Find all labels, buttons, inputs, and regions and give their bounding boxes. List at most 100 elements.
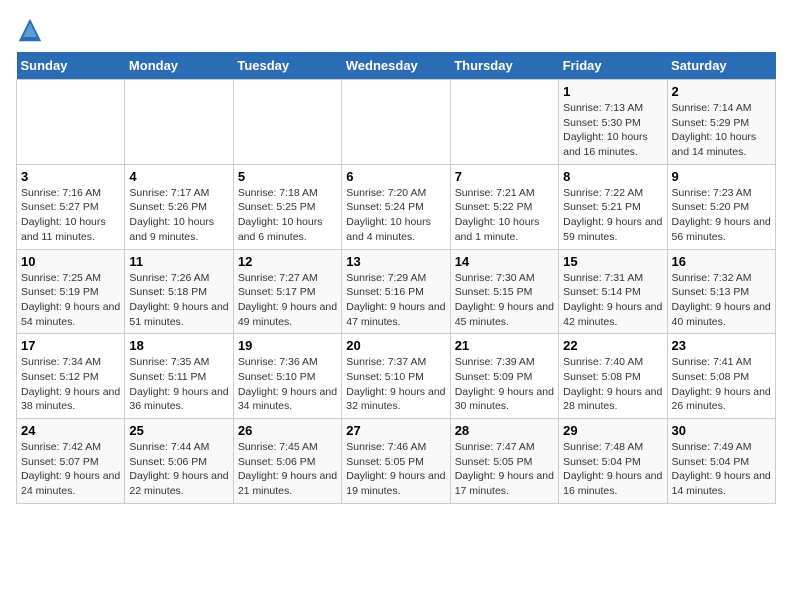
calendar-cell: 1 Sunrise: 7:13 AM Sunset: 5:30 PM Daylig… (559, 80, 667, 165)
day-info: Sunrise: 7:36 AM Sunset: 5:10 PM Dayligh… (238, 355, 337, 414)
day-info: Sunrise: 7:23 AM Sunset: 5:20 PM Dayligh… (672, 186, 771, 245)
calendar-cell: 19 Sunrise: 7:36 AM Sunset: 5:10 PM Dayli… (233, 334, 341, 419)
calendar-cell: 11 Sunrise: 7:26 AM Sunset: 5:18 PM Dayli… (125, 249, 233, 334)
day-info: Sunrise: 7:49 AM Sunset: 5:04 PM Dayligh… (672, 440, 771, 499)
day-number: 5 (238, 169, 337, 184)
day-info: Sunrise: 7:41 AM Sunset: 5:08 PM Dayligh… (672, 355, 771, 414)
day-info: Sunrise: 7:37 AM Sunset: 5:10 PM Dayligh… (346, 355, 445, 414)
day-number: 14 (455, 254, 554, 269)
day-info: Sunrise: 7:35 AM Sunset: 5:11 PM Dayligh… (129, 355, 228, 414)
day-info: Sunrise: 7:17 AM Sunset: 5:26 PM Dayligh… (129, 186, 228, 245)
day-number: 25 (129, 423, 228, 438)
calendar-table: SundayMondayTuesdayWednesdayThursdayFrid… (16, 52, 776, 504)
day-number: 28 (455, 423, 554, 438)
calendar-cell (450, 80, 558, 165)
day-number: 11 (129, 254, 228, 269)
calendar-week-row: 24 Sunrise: 7:42 AM Sunset: 5:07 PM Dayli… (17, 419, 776, 504)
day-number: 24 (21, 423, 120, 438)
day-of-week-header: Monday (125, 52, 233, 80)
day-info: Sunrise: 7:18 AM Sunset: 5:25 PM Dayligh… (238, 186, 337, 245)
day-number: 17 (21, 338, 120, 353)
day-number: 29 (563, 423, 662, 438)
day-number: 13 (346, 254, 445, 269)
day-info: Sunrise: 7:48 AM Sunset: 5:04 PM Dayligh… (563, 440, 662, 499)
day-number: 3 (21, 169, 120, 184)
day-number: 8 (563, 169, 662, 184)
day-info: Sunrise: 7:32 AM Sunset: 5:13 PM Dayligh… (672, 271, 771, 330)
day-info: Sunrise: 7:14 AM Sunset: 5:29 PM Dayligh… (672, 101, 771, 160)
day-number: 9 (672, 169, 771, 184)
logo-icon (16, 16, 44, 44)
calendar-cell (125, 80, 233, 165)
calendar-cell: 28 Sunrise: 7:47 AM Sunset: 5:05 PM Dayli… (450, 419, 558, 504)
day-number: 30 (672, 423, 771, 438)
logo (16, 16, 48, 44)
calendar-body: 1 Sunrise: 7:13 AM Sunset: 5:30 PM Daylig… (17, 80, 776, 504)
calendar-cell: 16 Sunrise: 7:32 AM Sunset: 5:13 PM Dayli… (667, 249, 775, 334)
calendar-cell: 29 Sunrise: 7:48 AM Sunset: 5:04 PM Dayli… (559, 419, 667, 504)
day-of-week-header: Saturday (667, 52, 775, 80)
calendar-cell: 4 Sunrise: 7:17 AM Sunset: 5:26 PM Daylig… (125, 164, 233, 249)
day-info: Sunrise: 7:21 AM Sunset: 5:22 PM Dayligh… (455, 186, 554, 245)
day-info: Sunrise: 7:45 AM Sunset: 5:06 PM Dayligh… (238, 440, 337, 499)
calendar-cell (17, 80, 125, 165)
day-info: Sunrise: 7:34 AM Sunset: 5:12 PM Dayligh… (21, 355, 120, 414)
page-header (16, 16, 776, 44)
header-row: SundayMondayTuesdayWednesdayThursdayFrid… (17, 52, 776, 80)
calendar-cell: 3 Sunrise: 7:16 AM Sunset: 5:27 PM Daylig… (17, 164, 125, 249)
day-info: Sunrise: 7:13 AM Sunset: 5:30 PM Dayligh… (563, 101, 662, 160)
day-info: Sunrise: 7:31 AM Sunset: 5:14 PM Dayligh… (563, 271, 662, 330)
calendar-cell: 27Sunrise: 7:46 AM Sunset: 5:05 PM Dayli… (342, 419, 450, 504)
day-info: Sunrise: 7:40 AM Sunset: 5:08 PM Dayligh… (563, 355, 662, 414)
day-number: 4 (129, 169, 228, 184)
day-info: Sunrise: 7:16 AM Sunset: 5:27 PM Dayligh… (21, 186, 120, 245)
day-of-week-header: Sunday (17, 52, 125, 80)
day-of-week-header: Wednesday (342, 52, 450, 80)
day-number: 21 (455, 338, 554, 353)
calendar-week-row: 10 Sunrise: 7:25 AM Sunset: 5:19 PM Dayli… (17, 249, 776, 334)
calendar-cell: 5 Sunrise: 7:18 AM Sunset: 5:25 PM Daylig… (233, 164, 341, 249)
calendar-cell: 12 Sunrise: 7:27 AM Sunset: 5:17 PM Dayli… (233, 249, 341, 334)
day-of-week-header: Thursday (450, 52, 558, 80)
day-number: 18 (129, 338, 228, 353)
day-number: 7 (455, 169, 554, 184)
calendar-cell: 13 Sunrise: 7:29 AM Sunset: 5:16 PM Dayli… (342, 249, 450, 334)
day-number: 19 (238, 338, 337, 353)
calendar-week-row: 1 Sunrise: 7:13 AM Sunset: 5:30 PM Daylig… (17, 80, 776, 165)
calendar-cell: 22 Sunrise: 7:40 AM Sunset: 5:08 PM Dayli… (559, 334, 667, 419)
calendar-cell: 25 Sunrise: 7:44 AM Sunset: 5:06 PM Dayli… (125, 419, 233, 504)
calendar-week-row: 17 Sunrise: 7:34 AM Sunset: 5:12 PM Dayli… (17, 334, 776, 419)
day-info: Sunrise: 7:26 AM Sunset: 5:18 PM Dayligh… (129, 271, 228, 330)
day-info: Sunrise: 7:29 AM Sunset: 5:16 PM Dayligh… (346, 271, 445, 330)
day-number: 16 (672, 254, 771, 269)
calendar-cell: 14 Sunrise: 7:30 AM Sunset: 5:15 PM Dayli… (450, 249, 558, 334)
day-of-week-header: Friday (559, 52, 667, 80)
day-number: 15 (563, 254, 662, 269)
calendar-cell: 6Sunrise: 7:20 AM Sunset: 5:24 PM Daylig… (342, 164, 450, 249)
day-info: Sunrise: 7:27 AM Sunset: 5:17 PM Dayligh… (238, 271, 337, 330)
day-info: Sunrise: 7:44 AM Sunset: 5:06 PM Dayligh… (129, 440, 228, 499)
calendar-cell: 23Sunrise: 7:41 AM Sunset: 5:08 PM Dayli… (667, 334, 775, 419)
calendar-header: SundayMondayTuesdayWednesdayThursdayFrid… (17, 52, 776, 80)
day-info: Sunrise: 7:47 AM Sunset: 5:05 PM Dayligh… (455, 440, 554, 499)
day-info: Sunrise: 7:25 AM Sunset: 5:19 PM Dayligh… (21, 271, 120, 330)
day-number: 1 (563, 84, 662, 99)
calendar-cell: 21Sunrise: 7:39 AM Sunset: 5:09 PM Dayli… (450, 334, 558, 419)
calendar-cell: 20 Sunrise: 7:37 AM Sunset: 5:10 PM Dayli… (342, 334, 450, 419)
day-of-week-header: Tuesday (233, 52, 341, 80)
day-number: 22 (563, 338, 662, 353)
day-info: Sunrise: 7:20 AM Sunset: 5:24 PM Dayligh… (346, 186, 445, 245)
day-number: 20 (346, 338, 445, 353)
calendar-cell: 17 Sunrise: 7:34 AM Sunset: 5:12 PM Dayli… (17, 334, 125, 419)
calendar-cell: 8 Sunrise: 7:22 AM Sunset: 5:21 PM Daylig… (559, 164, 667, 249)
calendar-cell: 10 Sunrise: 7:25 AM Sunset: 5:19 PM Dayli… (17, 249, 125, 334)
day-info: Sunrise: 7:30 AM Sunset: 5:15 PM Dayligh… (455, 271, 554, 330)
calendar-cell: 9 Sunrise: 7:23 AM Sunset: 5:20 PM Daylig… (667, 164, 775, 249)
day-number: 12 (238, 254, 337, 269)
day-info: Sunrise: 7:22 AM Sunset: 5:21 PM Dayligh… (563, 186, 662, 245)
day-info: Sunrise: 7:42 AM Sunset: 5:07 PM Dayligh… (21, 440, 120, 499)
calendar-week-row: 3 Sunrise: 7:16 AM Sunset: 5:27 PM Daylig… (17, 164, 776, 249)
day-number: 2 (672, 84, 771, 99)
day-number: 26 (238, 423, 337, 438)
day-number: 10 (21, 254, 120, 269)
